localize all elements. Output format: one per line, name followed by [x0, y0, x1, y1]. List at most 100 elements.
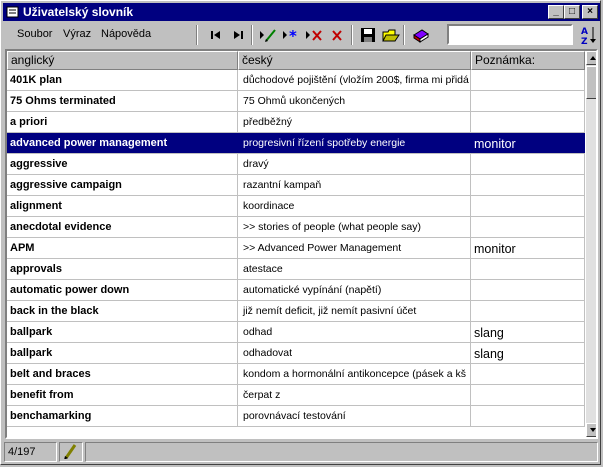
delete-record-button[interactable]	[326, 25, 348, 45]
cell-english[interactable]: 401K plan	[7, 70, 238, 90]
cell-english[interactable]: belt and braces	[7, 364, 238, 384]
cell-note[interactable]	[471, 112, 585, 132]
cell-note[interactable]: slang	[471, 343, 585, 363]
cell-czech[interactable]: kondom a hormonální antikoncepce (pásek …	[238, 364, 471, 384]
cell-note[interactable]	[471, 364, 585, 384]
cell-czech[interactable]: 75 Ohmů ukončených	[238, 91, 471, 111]
cell-note[interactable]	[471, 406, 585, 426]
cell-czech[interactable]: razantní kampaň	[238, 175, 471, 195]
close-button[interactable]: ×	[582, 5, 598, 19]
dictionary-button[interactable]	[409, 25, 431, 45]
cell-english[interactable]: APM	[7, 238, 238, 258]
first-record-button[interactable]	[205, 25, 227, 45]
delete-edit-button[interactable]	[303, 25, 325, 45]
table-row[interactable]: 401K plan důchodové pojištění (vložím 200…	[7, 70, 585, 91]
cell-czech[interactable]: >> stories of people (what people say)	[238, 217, 471, 237]
table-row[interactable]: a priori předběžný	[7, 112, 585, 133]
table-row[interactable]: approvals atestace	[7, 259, 585, 280]
scroll-down-button[interactable]	[586, 423, 596, 437]
table-row[interactable]: 75 Ohms terminated 75 Ohmů ukončených	[7, 91, 585, 112]
cell-english[interactable]: aggressive	[7, 154, 238, 174]
table-row[interactable]: belt and braces kondom a hormonální antik…	[7, 364, 585, 385]
cell-note[interactable]	[471, 175, 585, 195]
cell-note[interactable]	[471, 217, 585, 237]
cell-note[interactable]	[471, 196, 585, 216]
menu-soubor[interactable]: Soubor	[17, 28, 52, 40]
table-row[interactable]: advanced power management progresivní říz…	[7, 133, 585, 154]
cell-note[interactable]	[471, 259, 585, 279]
table-row[interactable]: ballpark odhadovat slang	[7, 343, 585, 364]
svg-text:Z: Z	[581, 37, 588, 46]
cell-english[interactable]: benefit from	[7, 385, 238, 405]
search-input[interactable]	[447, 24, 573, 45]
table-row[interactable]: APM >> Advanced Power Management monitor	[7, 238, 585, 259]
save-icon	[361, 28, 375, 42]
cell-czech[interactable]: atestace	[238, 259, 471, 279]
column-header-czech[interactable]: český	[238, 51, 471, 70]
cell-czech[interactable]: porovnávací testování	[238, 406, 471, 426]
cell-english[interactable]: aggressive campaign	[7, 175, 238, 195]
cell-note[interactable]: monitor	[471, 238, 585, 258]
cell-note[interactable]	[471, 385, 585, 405]
column-header-english[interactable]: anglický	[7, 51, 238, 70]
menu-vyraz[interactable]: Výraz	[63, 28, 91, 40]
save-button[interactable]	[357, 25, 379, 45]
cell-english[interactable]: approvals	[7, 259, 238, 279]
cell-czech[interactable]: progresivní řízení spotřeby energie	[238, 133, 471, 153]
cell-english[interactable]: advanced power management	[7, 133, 238, 153]
scroll-up-button[interactable]	[586, 51, 596, 65]
maximize-button[interactable]: □	[564, 5, 580, 19]
table-row[interactable]: aggressive campaign razantní kampaň	[7, 175, 585, 196]
table-row[interactable]: benchamarking porovnávací testování	[7, 406, 585, 427]
cell-english[interactable]: 75 Ohms terminated	[7, 91, 238, 111]
open-folder-icon	[382, 29, 400, 42]
edit-record-button[interactable]	[257, 25, 279, 45]
table-row[interactable]: benefit from čerpat z	[7, 385, 585, 406]
cell-english[interactable]: automatic power down	[7, 280, 238, 300]
cell-note[interactable]: monitor	[471, 133, 585, 153]
table-row[interactable]: automatic power down automatické vypínání…	[7, 280, 585, 301]
svg-text:*: *	[289, 27, 297, 43]
cell-czech[interactable]: čerpat z	[238, 385, 471, 405]
cell-note[interactable]	[471, 280, 585, 300]
new-record-button[interactable]: *	[280, 25, 302, 45]
cell-czech[interactable]: již nemít deficit, již nemít pasivní úče…	[238, 301, 471, 321]
edit-record-icon	[260, 29, 276, 42]
scroll-thumb[interactable]	[586, 66, 596, 99]
cell-english[interactable]: ballpark	[7, 322, 238, 342]
cell-english[interactable]: ballpark	[7, 343, 238, 363]
cell-english[interactable]: benchamarking	[7, 406, 238, 426]
cell-czech[interactable]: dravý	[238, 154, 471, 174]
new-record-icon: *	[283, 27, 297, 43]
cell-english[interactable]: alignment	[7, 196, 238, 216]
cell-note[interactable]	[471, 70, 585, 90]
cell-czech[interactable]: důchodové pojištění (vložím 200$, firma …	[238, 70, 471, 90]
delete-edit-icon	[306, 30, 322, 41]
cell-note[interactable]	[471, 154, 585, 174]
cell-czech[interactable]: odhad	[238, 322, 471, 342]
record-position: 4/197	[4, 442, 57, 462]
cell-note[interactable]	[471, 91, 585, 111]
table-row[interactable]: aggressive dravý	[7, 154, 585, 175]
column-header-note[interactable]: Poznámka:	[471, 51, 585, 70]
cell-czech[interactable]: odhadovat	[238, 343, 471, 363]
minimize-button[interactable]: _	[548, 5, 564, 19]
cell-english[interactable]: back in the black	[7, 301, 238, 321]
cell-czech[interactable]: předběžný	[238, 112, 471, 132]
menu-napoveda[interactable]: Nápověda	[101, 28, 151, 40]
table-row[interactable]: back in the black již nemít deficit, již …	[7, 301, 585, 322]
cell-czech[interactable]: >> Advanced Power Management	[238, 238, 471, 258]
table-row[interactable]: alignment koordinace	[7, 196, 585, 217]
last-record-button[interactable]	[227, 25, 249, 45]
table-row[interactable]: ballpark odhad slang	[7, 322, 585, 343]
cell-english[interactable]: a priori	[7, 112, 238, 132]
cell-note[interactable]: slang	[471, 322, 585, 342]
vertical-scrollbar[interactable]	[586, 51, 596, 437]
open-button[interactable]	[379, 25, 401, 45]
table-row[interactable]: anecdotal evidence >> stories of people (…	[7, 217, 585, 238]
cell-english[interactable]: anecdotal evidence	[7, 217, 238, 237]
cell-note[interactable]	[471, 301, 585, 321]
cell-czech[interactable]: koordinace	[238, 196, 471, 216]
cell-czech[interactable]: automatické vypínání (napětí)	[238, 280, 471, 300]
sort-button[interactable]: A Z	[578, 24, 600, 47]
